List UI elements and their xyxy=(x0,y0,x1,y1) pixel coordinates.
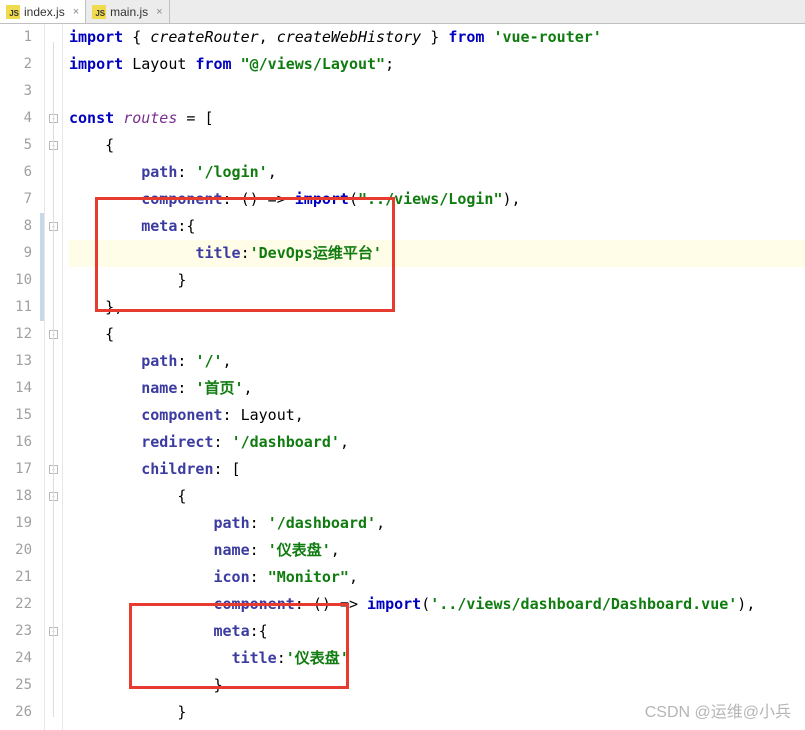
line-number: 6 xyxy=(0,159,32,186)
js-file-icon: JS xyxy=(92,5,106,19)
line-number: 7 xyxy=(0,186,32,213)
line-number: 21 xyxy=(0,564,32,591)
tab-label: main.js xyxy=(110,5,148,19)
line-number: 10 xyxy=(0,267,32,294)
code-line: } xyxy=(69,267,805,294)
code-line: title:'DevOps运维平台' xyxy=(69,240,805,267)
line-number: 24 xyxy=(0,645,32,672)
code-line: name: '仪表盘', xyxy=(69,537,805,564)
line-number: 16 xyxy=(0,429,32,456)
code-line: meta:{ xyxy=(69,618,805,645)
tab-bar: JS index.js × JS main.js × xyxy=(0,0,805,24)
js-file-icon: JS xyxy=(6,5,20,19)
code-line: } xyxy=(69,672,805,699)
line-number: 17 xyxy=(0,456,32,483)
line-number: 25 xyxy=(0,672,32,699)
line-number-gutter: 1234567891011121314151617181920212223242… xyxy=(0,24,45,730)
line-number: 18 xyxy=(0,483,32,510)
code-line: const routes = [ xyxy=(69,105,805,132)
code-line: import { createRouter, createWebHistory … xyxy=(69,24,805,51)
code-line: }, xyxy=(69,294,805,321)
code-line: path: '/login', xyxy=(69,159,805,186)
line-number: 9 xyxy=(0,240,32,267)
code-line: meta:{ xyxy=(69,213,805,240)
code-line: component: () => import('../views/dashbo… xyxy=(69,591,805,618)
code-line: icon: "Monitor", xyxy=(69,564,805,591)
line-number: 20 xyxy=(0,537,32,564)
line-number: 23 xyxy=(0,618,32,645)
code-line: redirect: '/dashboard', xyxy=(69,429,805,456)
line-number: 19 xyxy=(0,510,32,537)
tab-label: index.js xyxy=(24,5,65,19)
close-icon[interactable]: × xyxy=(73,6,79,18)
code-line: path: '/', xyxy=(69,348,805,375)
code-line: path: '/dashboard', xyxy=(69,510,805,537)
line-number: 4 xyxy=(0,105,32,132)
code-line xyxy=(69,78,805,105)
line-number: 1 xyxy=(0,24,32,51)
code-line: component: () => import("../views/Login"… xyxy=(69,186,805,213)
code-line: children: [ xyxy=(69,456,805,483)
tab-index-js[interactable]: JS index.js × xyxy=(0,0,86,23)
fold-column: ------- xyxy=(45,24,63,730)
line-number: 13 xyxy=(0,348,32,375)
editor: 1234567891011121314151617181920212223242… xyxy=(0,24,805,730)
code-line: { xyxy=(69,483,805,510)
line-number: 8 xyxy=(0,213,32,240)
code-line: { xyxy=(69,321,805,348)
line-number: 3 xyxy=(0,78,32,105)
code-line: title:'仪表盘' xyxy=(69,645,805,672)
watermark: CSDN @运维@小兵 xyxy=(645,698,791,722)
code-line: component: Layout, xyxy=(69,402,805,429)
line-number: 26 xyxy=(0,699,32,726)
line-number: 5 xyxy=(0,132,32,159)
code-line: name: '首页', xyxy=(69,375,805,402)
line-number: 12 xyxy=(0,321,32,348)
code-line: { xyxy=(69,132,805,159)
tab-main-js[interactable]: JS main.js × xyxy=(86,0,169,23)
line-number: 11 xyxy=(0,294,32,321)
code-line: import Layout from "@/views/Layout"; xyxy=(69,51,805,78)
code-area[interactable]: import { createRouter, createWebHistory … xyxy=(63,24,805,730)
line-number: 14 xyxy=(0,375,32,402)
line-number: 15 xyxy=(0,402,32,429)
line-number: 22 xyxy=(0,591,32,618)
line-number: 2 xyxy=(0,51,32,78)
close-icon[interactable]: × xyxy=(156,6,162,18)
